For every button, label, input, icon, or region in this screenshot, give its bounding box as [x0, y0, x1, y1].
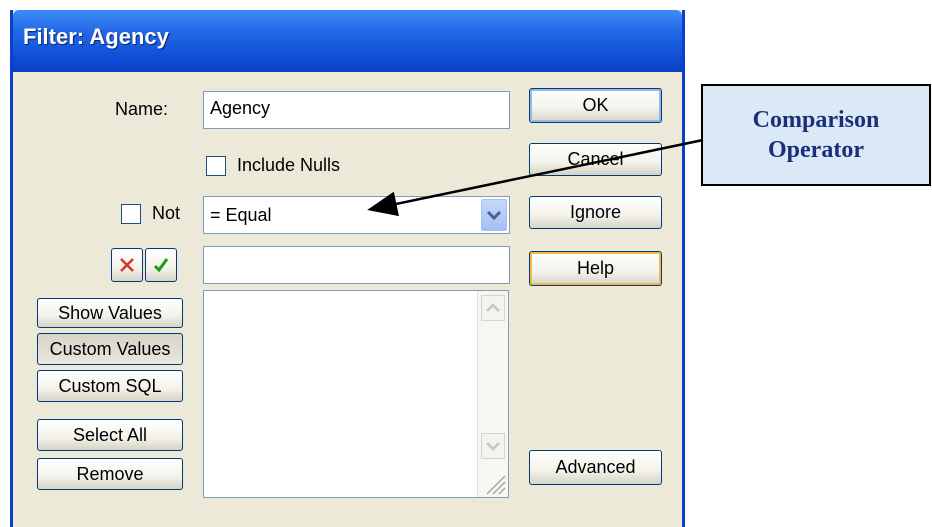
scroll-up-icon[interactable]	[481, 295, 505, 321]
ok-button[interactable]: OK	[529, 88, 662, 123]
window-title: Filter: Agency	[23, 24, 169, 49]
cancel-button[interactable]: Cancel	[529, 143, 662, 176]
advanced-button[interactable]: Advanced	[529, 450, 662, 485]
accept-button[interactable]	[145, 248, 177, 282]
name-label: Name:	[115, 99, 169, 119]
value-input[interactable]	[203, 246, 510, 284]
include-nulls-label: Include Nulls	[237, 155, 341, 175]
reject-button[interactable]	[111, 248, 143, 282]
filter-dialog: Filter: Agency Name: Agency Include Null…	[10, 10, 685, 527]
not-checkbox[interactable]	[121, 204, 141, 224]
list-scrollbar[interactable]	[477, 291, 508, 497]
not-label: Not	[152, 203, 181, 223]
annotation-line-1: Comparison	[752, 107, 880, 133]
scroll-down-icon[interactable]	[481, 433, 505, 459]
annotation-callout: Comparison Operator	[701, 84, 931, 186]
include-nulls-checkbox[interactable]	[206, 156, 226, 176]
show-values-button[interactable]: Show Values	[37, 298, 183, 328]
resize-grip-icon[interactable]	[481, 470, 507, 496]
remove-button[interactable]: Remove	[37, 458, 183, 490]
annotation-line-2: Operator	[768, 137, 864, 163]
select-all-button[interactable]: Select All	[37, 419, 183, 451]
custom-values-button[interactable]: Custom Values	[37, 333, 183, 365]
chevron-down-icon[interactable]	[481, 199, 507, 231]
title-bar: Filter: Agency	[13, 10, 682, 72]
red-x-icon	[120, 258, 134, 272]
operator-value: = Equal	[210, 205, 272, 225]
green-check-icon	[153, 258, 169, 273]
operator-select[interactable]: = Equal	[203, 196, 510, 234]
custom-sql-button[interactable]: Custom SQL	[37, 370, 183, 402]
values-list[interactable]	[203, 290, 509, 498]
ignore-button[interactable]: Ignore	[529, 196, 662, 229]
name-input[interactable]: Agency	[203, 91, 510, 129]
help-button[interactable]: Help	[529, 251, 662, 286]
name-input-value: Agency	[210, 98, 271, 118]
